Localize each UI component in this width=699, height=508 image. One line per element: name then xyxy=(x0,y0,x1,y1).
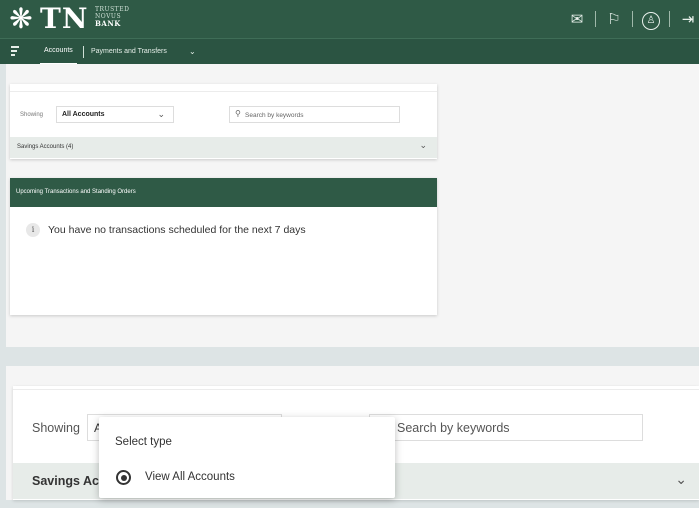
bank-logo-subtext: TRUSTED NOVUS BANK xyxy=(95,6,130,28)
mail-icon[interactable]: ✉ xyxy=(566,10,588,28)
header-actions: ✉ ⚐ ♙ ⇥ xyxy=(566,8,699,30)
account-type-value: All Accounts xyxy=(62,111,105,118)
top-bar: ❋ TN TRUSTED NOVUS BANK ✉ ⚐ ♙ ⇥ xyxy=(0,0,699,38)
divider xyxy=(669,11,670,27)
main-content: Showing All Accounts ⌄ ⚲ Search by keywo… xyxy=(6,64,699,347)
option-view-all-accounts[interactable]: View All Accounts xyxy=(145,471,235,483)
showing-label: Showing xyxy=(20,112,44,118)
radio-view-all-accounts[interactable] xyxy=(116,470,131,485)
bank-logo-icon[interactable]: ❋ xyxy=(6,4,36,34)
search-placeholder: Search by keywords xyxy=(397,421,510,435)
radio-selected-dot xyxy=(120,474,127,481)
upcoming-transactions-card: Upcoming Transactions and Standing Order… xyxy=(10,178,437,315)
info-icon: i xyxy=(26,223,40,237)
nav-payments-tab[interactable]: Payments and Transfers xyxy=(91,39,167,64)
search-input[interactable]: ⚲ Search by keywords xyxy=(229,106,400,123)
chevron-down-icon[interactable]: ⌄ xyxy=(675,471,687,488)
flag-icon[interactable]: ⚐ xyxy=(603,10,625,28)
search-input[interactable]: Search by keywords xyxy=(369,414,643,441)
savings-accounts-row[interactable]: Savings Accounts (4) ⌄ xyxy=(10,137,437,158)
account-type-dropdown: Select type View All Accounts xyxy=(99,417,395,498)
divider xyxy=(595,11,596,27)
chevron-down-icon[interactable]: ⌄ xyxy=(419,140,427,151)
upcoming-transactions-title: Upcoming Transactions and Standing Order… xyxy=(10,178,437,207)
account-type-select[interactable]: All Accounts ⌄ xyxy=(56,106,174,123)
bank-logo-text[interactable]: TN xyxy=(40,3,88,35)
search-placeholder: Search by keywords xyxy=(245,112,304,119)
nav-accounts-tab[interactable]: Accounts xyxy=(40,39,77,65)
savings-accounts-label: Savings Acc xyxy=(32,474,106,488)
no-transactions-message: You have no transactions scheduled for t… xyxy=(48,224,306,236)
accounts-card: Showing All Accounts ⌄ ⚲ Search by keywo… xyxy=(10,84,437,159)
user-icon[interactable]: ♙ xyxy=(640,9,662,30)
search-icon: ⚲ xyxy=(235,109,241,118)
hamburger-icon[interactable] xyxy=(11,46,19,58)
divider xyxy=(632,11,633,27)
logout-icon[interactable]: ⇥ xyxy=(677,10,699,28)
chevron-down-icon: ⌄ xyxy=(157,109,165,119)
dropdown-title: Select type xyxy=(115,436,172,448)
showing-label: Showing xyxy=(32,421,80,435)
savings-accounts-label: Savings Accounts (4) xyxy=(17,144,74,150)
nav-divider xyxy=(83,46,84,58)
main-nav: Accounts Payments and Transfers ⌄ xyxy=(0,38,699,65)
chevron-down-icon[interactable]: ⌄ xyxy=(189,39,196,64)
